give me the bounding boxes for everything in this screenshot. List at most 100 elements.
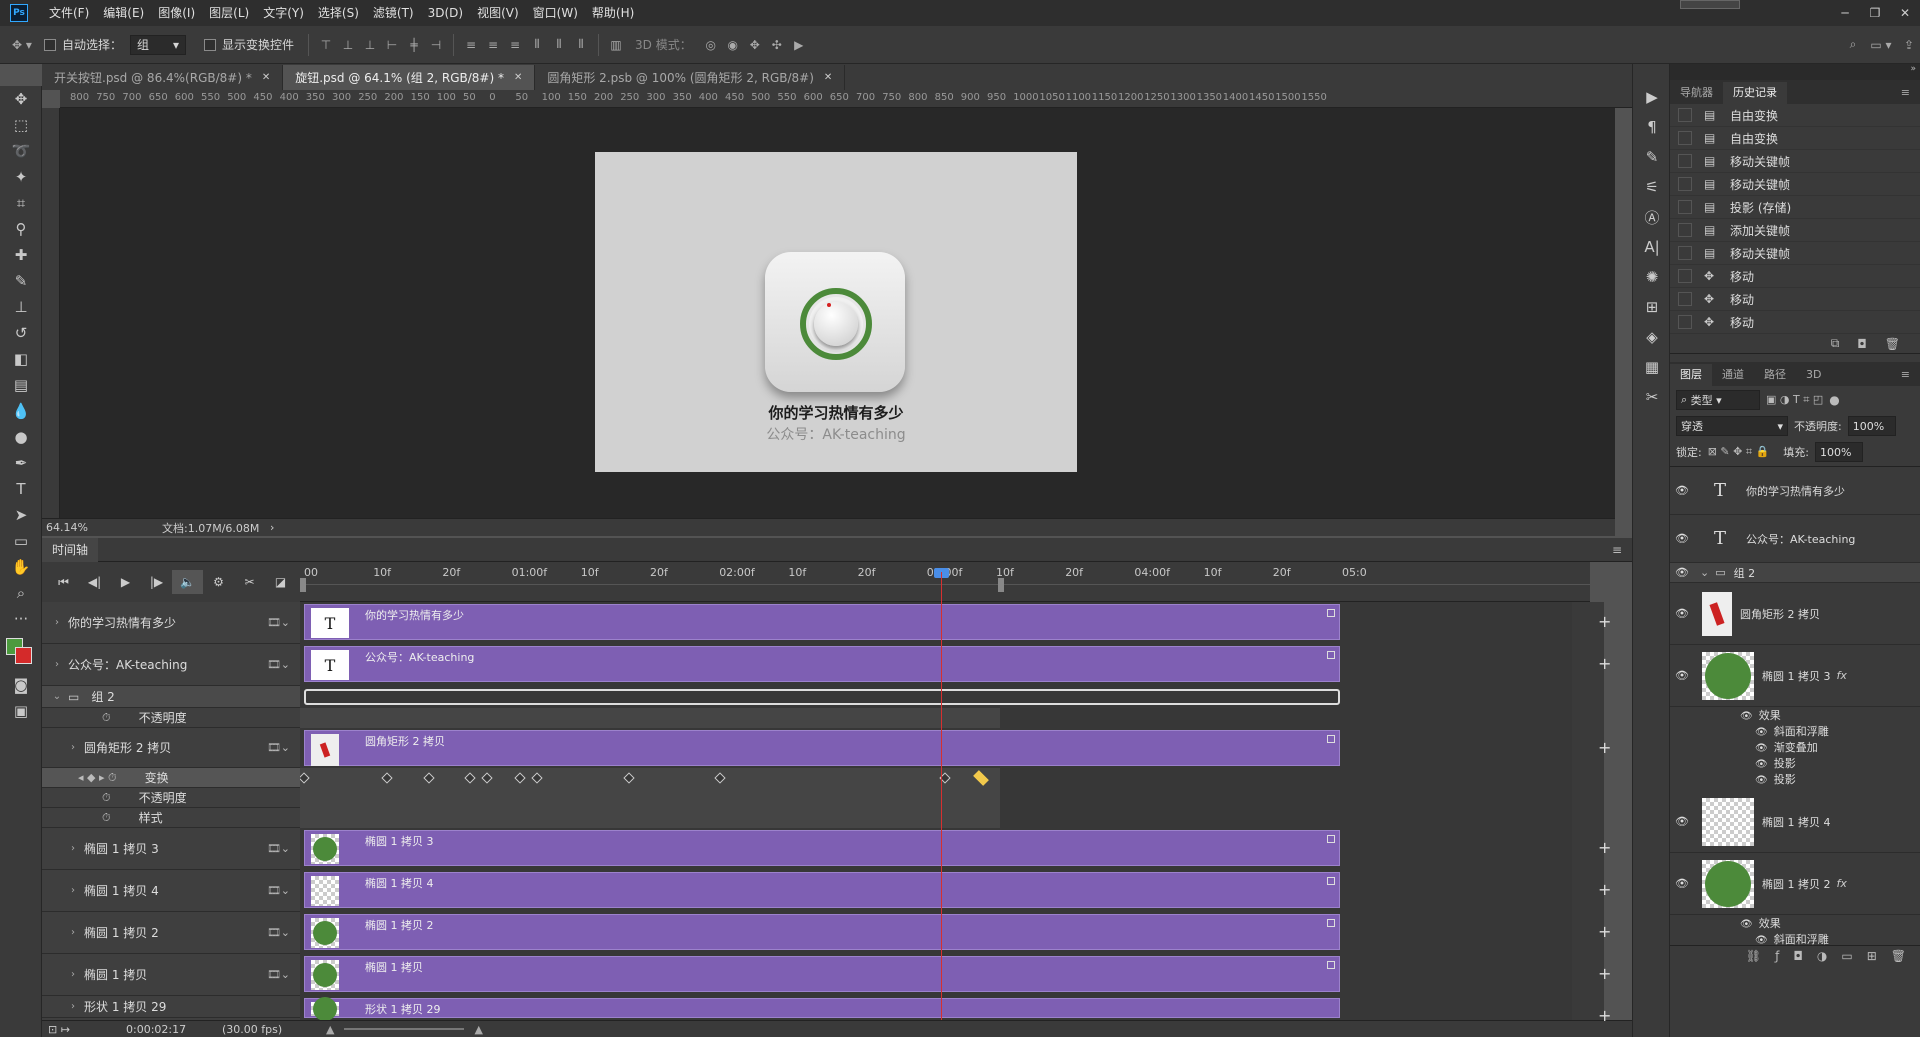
chevron-down-icon[interactable]: ⌄ [50,691,64,702]
clone-source-icon[interactable]: ⊞ [1633,292,1671,322]
blend-mode-dropdown[interactable]: 穿透 ▾ [1676,416,1788,436]
layer-effect-row[interactable]: 👁 投影 [1755,771,1796,787]
history-state[interactable]: ✥ 移动 [1670,288,1920,311]
timeline-track-row[interactable]: › 椭圆 1 拷贝 3 🎞⌄ [42,828,300,870]
menu-item-0[interactable]: 文件(F) [42,0,96,26]
eyedropper-tool-icon[interactable]: ⚲ [0,216,42,242]
crop-tool-icon[interactable]: ⌗ [0,190,42,216]
brush-presets-icon[interactable]: ✺ [1633,262,1671,292]
chevron-right-icon[interactable]: › [50,617,64,628]
history-brush-source-box[interactable] [1678,246,1692,260]
film-strip-icon[interactable]: 🎞⌄ [267,968,290,981]
eye-visibility-icon[interactable]: 👁 [1670,484,1694,497]
zoom-in-mountain-icon[interactable]: ▲ [474,1023,482,1036]
clip-end-marker[interactable] [1327,735,1335,743]
history-brush-source-box[interactable] [1678,315,1692,329]
mask-icon[interactable]: ◘ [1793,949,1803,963]
auto-align-icon[interactable]: ▥ [605,34,627,56]
timeline-track-row[interactable]: › 椭圆 1 拷贝 2 🎞⌄ [42,912,300,954]
menu-item-10[interactable]: 帮助(H) [585,0,641,26]
drag-3d-icon[interactable]: ✥ [744,34,766,56]
tab-navigator[interactable]: 导航器 [1670,82,1723,104]
eye-visibility-icon[interactable]: 👁 [1670,532,1694,545]
film-strip-icon[interactable]: 🎞⌄ [267,616,290,629]
stopwatch-icon[interactable]: ⏱ [102,791,111,805]
menu-item-9[interactable]: 窗口(W) [526,0,585,26]
eye-visibility-icon[interactable]: 👁 [1740,711,1753,722]
eye-visibility-icon[interactable]: 👁 [1670,607,1694,620]
timeline-track-row[interactable]: › 椭圆 1 拷贝 4 🎞⌄ [42,870,300,912]
work-area-start-handle[interactable] [300,578,306,592]
work-area-end-handle[interactable] [998,578,1004,592]
clip-end-marker[interactable] [1327,835,1335,843]
group-clip[interactable] [304,689,1340,705]
film-strip-icon[interactable]: 🎞⌄ [267,842,290,855]
adjustments-icon[interactable]: ⚟ [1633,172,1671,202]
tab-3d[interactable]: 3D [1796,364,1831,386]
timeline-clip[interactable]: 椭圆 1 拷贝 [304,956,1340,992]
transition-icon[interactable]: ◪ [265,570,296,594]
add-media-plus-icon[interactable]: + [1598,838,1611,857]
history-brush-source-box[interactable] [1678,269,1692,283]
layer-row[interactable]: 👁 ⌄ ▭ 组 2 [1670,563,1920,583]
pen-tool-icon[interactable]: ✒ [0,450,42,476]
timeline-track-row[interactable]: ◂ ◆ ▸ ⏱ 变换 [42,768,300,788]
add-media-plus-icon[interactable]: + [1598,880,1611,899]
layer-effect-row[interactable]: 👁 渐变叠加 [1755,739,1818,755]
add-media-plus-icon[interactable]: + [1598,1006,1611,1025]
layer-filter-dropdown[interactable]: ⌕ 类型 ▾ [1676,390,1760,410]
split-scissors-icon[interactable]: ✂ [234,570,265,594]
scale-3d-icon[interactable]: ▶ [788,34,810,56]
blur-tool-icon[interactable]: 💧 [0,398,42,424]
prev-frame-icon[interactable]: ◀| [79,570,110,594]
eye-visibility-icon[interactable]: 👁 [1755,727,1768,738]
auto-select-option[interactable]: 自动选择： [44,36,122,53]
audio-icon[interactable]: 🔈 [172,570,203,594]
search-icon[interactable]: ⌕ [1842,34,1864,56]
doc-tab-2[interactable]: 圆角矩形 2.psb @ 100% (圆角矩形 2, RGB/8#) ✕ [535,65,846,90]
history-state[interactable]: ✥ 移动 [1670,311,1920,334]
history-state[interactable]: ▤ 移动关键帧 [1670,150,1920,173]
history-brush-source-box[interactable] [1678,223,1692,237]
eye-visibility-icon[interactable]: 👁 [1670,877,1694,890]
auto-select-dropdown[interactable]: 组 ▾ [130,34,187,55]
menu-item-1[interactable]: 编辑(E) [96,0,151,26]
layer-row[interactable]: 👁 T 你的学习热情有多少 [1670,467,1920,515]
eye-visibility-icon[interactable]: 👁 [1740,919,1753,930]
close-icon[interactable]: ✕ [514,72,522,83]
distribute-vcenter-icon[interactable]: ≡ [482,34,504,56]
layer-name[interactable]: 圆角矩形 2 拷贝 [1740,606,1820,622]
close-icon[interactable]: ✕ [262,72,270,83]
add-media-plus-icon[interactable]: + [1598,654,1611,673]
history-state[interactable]: ▤ 移动关键帧 [1670,242,1920,265]
zoom-level[interactable]: 64.14% [42,521,120,534]
eye-visibility-icon[interactable]: 👁 [1755,759,1768,770]
dodge-tool-icon[interactable]: ● [0,424,42,450]
share-icon[interactable]: ⇪ [1898,34,1920,56]
history-state[interactable]: ▤ 自由变换 [1670,104,1920,127]
auto-select-checkbox[interactable] [44,38,56,51]
eye-visibility-icon[interactable]: 👁 [1670,815,1694,828]
layer-name[interactable]: 公众号：AK-teaching [1746,531,1855,547]
add-media-plus-icon[interactable]: + [1598,922,1611,941]
timeline-tab[interactable]: 时间轴 [42,537,99,562]
play-icon[interactable]: ▶ [110,570,141,594]
film-strip-icon[interactable]: 🎞⌄ [267,926,290,939]
clip-end-marker[interactable] [1327,651,1335,659]
eye-visibility-icon[interactable]: 👁 [1670,566,1694,579]
chevron-right-icon[interactable]: › [66,843,80,854]
tab-paths[interactable]: 路径 [1754,364,1796,386]
layer-effect-row[interactable]: 👁 斜面和浮雕 [1755,723,1829,739]
align-hcenter-icon[interactable]: ╪ [403,34,425,56]
align-left-icon[interactable]: ⊢ [381,34,403,56]
chevron-right-icon[interactable]: › [66,969,80,980]
eye-visibility-icon[interactable]: 👁 [1755,775,1768,786]
chevron-right-icon[interactable]: › [66,885,80,896]
show-transform-checkbox[interactable] [204,38,217,51]
paragraph-icon[interactable]: ¶ [1633,112,1671,142]
history-brush-source-box[interactable] [1678,177,1692,191]
timeline-track-row[interactable]: ⌄ ▭ 组 2 [42,686,300,708]
brush-tool-icon[interactable]: ✎ [0,268,42,294]
timeline-track-row[interactable]: › 形状 1 拷贝 29 [42,996,300,1018]
background-color[interactable] [15,647,32,664]
